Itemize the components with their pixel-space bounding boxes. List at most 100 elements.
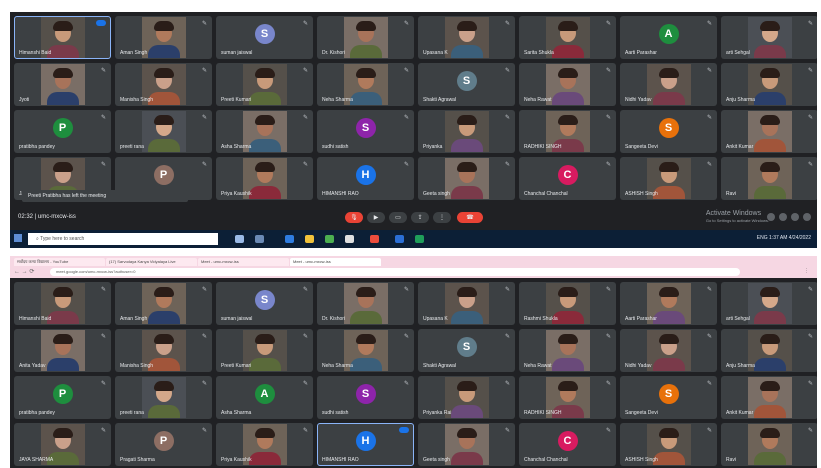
participant-tile[interactable]: Rashmi Shukla ✎ — [519, 282, 616, 325]
mic-muted-icon: ✎ — [807, 428, 813, 434]
chat-icon[interactable] — [791, 213, 799, 221]
participant-tile[interactable]: Ssudhi satish ✎ — [317, 376, 414, 419]
end-call-button[interactable]: ☎ — [457, 212, 483, 223]
participant-tile[interactable]: A Asha Sharma ✎ — [216, 376, 313, 419]
participant-tile[interactable]: Aman Singh ✎ — [115, 282, 212, 325]
participant-tile[interactable]: S Shakti Agrawal ✎ — [418, 63, 515, 106]
participant-tile[interactable]: Neha Rawat ✎ — [519, 63, 616, 106]
participant-tile[interactable]: A Aarti Parashar ✎ — [620, 16, 717, 59]
participant-avatar: P — [153, 165, 174, 186]
participant-tile[interactable]: Upasana K ✎ — [418, 282, 515, 325]
task-view-icon[interactable] — [255, 235, 264, 243]
participant-tile[interactable]: preeti rana ✎ — [115, 376, 212, 419]
participant-tile[interactable]: Priya Kaushik ✎ — [216, 157, 313, 200]
file-explorer-icon[interactable] — [305, 235, 314, 243]
participant-tile[interactable]: Himanshi Baid — [14, 16, 111, 59]
participant-tile[interactable]: Ssudhi satish ✎ — [317, 110, 414, 153]
participant-tile[interactable]: Jyoti ✎ — [14, 63, 111, 106]
participant-tile[interactable]: Manisha Singh ✎ — [115, 63, 212, 106]
present-button[interactable]: ⇪ — [411, 212, 429, 223]
participant-tile[interactable]: Himanshi Baid ✎ — [14, 282, 111, 325]
participant-tile[interactable]: ASHISH Singh ✎ — [620, 157, 717, 200]
participant-tile[interactable]: Priya Kaushik ✎ — [216, 423, 313, 466]
participant-tile[interactable]: Preeti Kumari ✎ — [216, 329, 313, 372]
participant-tile[interactable]: Neha Rawat ✎ — [519, 329, 616, 372]
participant-tile[interactable]: Ppratibha pandey ✎ — [14, 110, 111, 153]
participant-tile[interactable]: Anju Sharma ✎ — [721, 329, 817, 372]
participant-tile[interactable]: S Shakti Agrawal ✎ — [418, 329, 515, 372]
participant-tile[interactable]: C Chanchal Chanchal ✎ — [519, 423, 616, 466]
people-icon[interactable] — [779, 213, 787, 221]
browser-tab-active[interactable]: Meet - umc-mxcw-iss — [290, 258, 381, 266]
participant-tile[interactable]: Geeta singh ✎ — [418, 157, 515, 200]
mail-icon[interactable] — [345, 235, 354, 243]
participant-tile[interactable]: S Sangeeta Devi ✎ — [620, 110, 717, 153]
excel-icon[interactable] — [415, 235, 424, 243]
browser-menu-icon[interactable]: ⋮ — [804, 268, 809, 274]
participant-tile[interactable]: Ppratibha pandey ✎ — [14, 376, 111, 419]
cortana-icon[interactable] — [235, 235, 244, 243]
participant-tile[interactable]: Geeta singh ✎ — [418, 423, 515, 466]
participant-tile[interactable]: Neha Sharma ✎ — [317, 329, 414, 372]
more-options-button[interactable]: ⋮ — [433, 212, 451, 223]
camera-button[interactable]: ▶ — [367, 212, 385, 223]
participant-tile[interactable]: Dr. Kishori ✎ — [317, 16, 414, 59]
browser-tab[interactable]: सर्वोदय कन्या विद्यालय - YouTube — [14, 258, 105, 266]
participant-tile[interactable]: arti Sehgal ✎ — [721, 282, 817, 325]
participant-tile[interactable]: Neha Sharma ✎ — [317, 63, 414, 106]
edge-icon[interactable] — [285, 235, 294, 243]
activities-icon[interactable] — [803, 213, 811, 221]
participant-tile[interactable]: Dr. Kishori ✎ — [317, 282, 414, 325]
participant-tile[interactable]: Ankit Kumar ✎ — [721, 110, 817, 153]
participant-tile[interactable]: preeti rana ✎ — [115, 110, 212, 153]
participant-tile[interactable]: H HIMANSHI RAO ✎ — [317, 157, 414, 200]
participant-tile[interactable]: Ankit Kumar ✎ — [721, 376, 817, 419]
participant-tile[interactable]: Ravi ✎ — [721, 423, 817, 466]
participant-tile[interactable]: Priyanka Rai ✎ — [418, 376, 515, 419]
participant-tile[interactable]: Nidhi Yadav ✎ — [620, 63, 717, 106]
participant-tile[interactable]: Priyanka ✎ — [418, 110, 515, 153]
participant-tile[interactable]: arti Sehgal ✎ — [721, 16, 817, 59]
participant-tile[interactable]: Anju Sharma ✎ — [721, 63, 817, 106]
address-bar[interactable]: meet.google.com/umc-mxcw-iss?authuser=0 — [50, 268, 740, 276]
participant-tile[interactable]: Manisha Singh ✎ — [115, 329, 212, 372]
participant-tile[interactable]: Aarti Parashar ✎ — [620, 282, 717, 325]
participant-tile[interactable]: Ravi ✎ — [721, 157, 817, 200]
chrome-icon[interactable] — [370, 235, 379, 243]
info-icon[interactable] — [767, 213, 775, 221]
participant-tile[interactable]: ASHISH Singh ✎ — [620, 423, 717, 466]
participant-name: preeti rana — [120, 410, 144, 416]
participant-video — [747, 377, 792, 418]
browser-tab[interactable]: (17) Sarvodaya Kanya Vidyalaya Live — [106, 258, 197, 266]
meet-screenshot-2: सर्वोदय कन्या विद्यालय - YouTube (17) Sa… — [10, 256, 817, 468]
system-tray-clock[interactable]: ENG 1:37 AM 4/24/2022 — [757, 235, 811, 241]
participant-tile[interactable]: RADHIKI SINGH ✎ — [519, 110, 616, 153]
participant-tile[interactable]: P Pragati Sharma ✎ — [115, 423, 212, 466]
participant-tile[interactable]: S Sangeeta Devi ✎ — [620, 376, 717, 419]
participant-tile[interactable]: JAYA SHARMA ✎ — [14, 423, 111, 466]
participant-tile[interactable]: Ssuman jaiswal ✎ — [216, 282, 313, 325]
word-icon[interactable] — [395, 235, 404, 243]
captions-button[interactable]: ▭ — [389, 212, 407, 223]
participant-tile[interactable]: Ssuman jaiswal ✎ — [216, 16, 313, 59]
participant-tile[interactable]: Nidhi Yadav ✎ — [620, 329, 717, 372]
participant-avatar: H — [355, 431, 376, 452]
participant-tile[interactable]: C Chanchal Chanchal ✎ — [519, 157, 616, 200]
participant-tile[interactable]: Asha Sharma ✎ — [216, 110, 313, 153]
participant-tile[interactable]: RADHIKI SINGH ✎ — [519, 376, 616, 419]
participant-tile[interactable]: H HIMANSHI RAO — [317, 423, 414, 466]
windows-start-icon[interactable] — [14, 234, 22, 242]
taskbar-search-box[interactable]: ⌕ Type here to search — [28, 233, 218, 245]
windows-taskbar: ⌕ Type here to search ENG 1:37 AM 4/24/2… — [10, 230, 817, 248]
participant-tile[interactable]: Aman Singh ✎ — [115, 16, 212, 59]
participant-tile[interactable]: Preeti Kumari ✎ — [216, 63, 313, 106]
store-icon[interactable] — [325, 235, 334, 243]
nav-buttons[interactable]: ← → ⟳ — [14, 268, 34, 275]
browser-tab[interactable]: Meet - umc-mxcw-iss — [198, 258, 289, 266]
participant-tile[interactable]: Upasana K ✎ — [418, 16, 515, 59]
participant-tile[interactable]: Anita Yadav ✎ — [14, 329, 111, 372]
participant-name: Anju Sharma — [726, 97, 755, 103]
participant-tile[interactable]: Sarita Shukla ✎ — [519, 16, 616, 59]
participant-video — [141, 111, 186, 152]
mic-off-button[interactable]: 🎙 — [345, 212, 363, 223]
